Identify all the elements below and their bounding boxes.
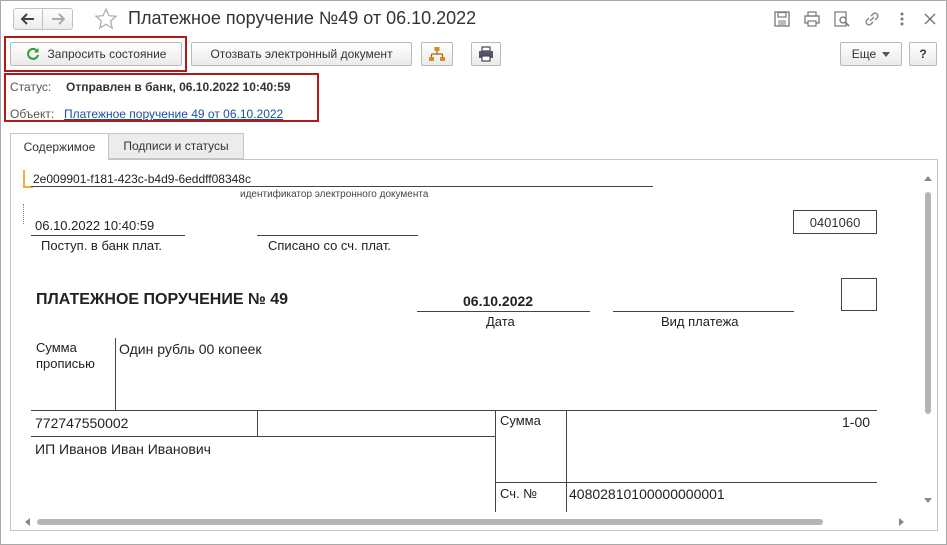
object-link[interactable]: Платежное поручение 49 от 06.10.2022 [64,107,283,121]
debited-line [257,235,418,236]
title-bar: Платежное поручение №49 от 06.10.2022 [1,1,946,37]
payment-type-caption: Вид платежа [661,314,739,329]
tab-content[interactable]: Содержимое [10,133,109,160]
status-value: Отправлен в банк, 06.10.2022 10:40:59 [66,80,291,94]
object-label: Объект: [10,107,55,121]
payer-right-divider [495,410,496,512]
tab-signatures-label: Подписи и статусы [123,139,229,153]
date-caption: Дата [486,314,515,329]
request-status-label: Запросить состояние [47,47,167,61]
amount-words-label: Сумма [36,340,77,355]
forward-button[interactable] [43,8,73,30]
print-button[interactable] [471,42,501,66]
save-icon[interactable] [773,10,791,28]
payer-top-line [31,410,877,411]
vertical-scroll-thumb[interactable] [925,192,931,414]
form-heading: ПЛАТЕЖНОЕ ПОРУЧЕНИЕ № 49 [36,291,289,308]
back-button[interactable] [13,8,43,30]
scroll-up-icon[interactable] [924,176,932,181]
horizontal-scrollbar[interactable] [11,512,916,530]
form-code-box: 0401060 [793,210,877,234]
more-vertical-icon[interactable] [893,10,911,28]
doc-id: 2e009901-f181-423c-b4d9-6eddff08348c [33,172,251,186]
refresh-icon [26,47,39,60]
doc-id-caption: идентификатор электронного документа [240,189,429,200]
payer-name: ИП Иванов Иван Иванович [35,441,211,457]
vertical-scrollbar[interactable] [919,160,937,512]
amount-divider [566,410,567,512]
recall-document-label: Отозвать электронный документ [210,47,393,61]
help-button[interactable]: ? [909,42,937,66]
payment-order-window: Платежное поручение №49 от 06.10.2022 За… [0,0,947,545]
form-margin-mark [23,204,24,224]
printer-icon [479,46,493,62]
status-label: Статус: [10,80,52,94]
chevron-down-icon [882,51,891,57]
debited-caption: Списано со сч. плат. [268,238,391,253]
payer-inn: 772747550002 [35,415,129,431]
received-line [31,235,185,236]
print-icon[interactable] [803,10,821,28]
amount-label: Сумма [500,413,541,428]
hierarchy-icon [429,47,445,61]
help-label: ? [919,47,927,61]
scroll-right-icon[interactable] [899,518,904,526]
received-caption: Поступ. в банк плат. [41,238,163,253]
arrow-right-icon [51,13,65,25]
amount-words-divider [115,338,116,410]
amount-words-label-2: прописью [36,356,95,371]
received-date: 06.10.2022 10:40:59 [35,218,155,233]
recall-document-button[interactable]: Отозвать электронный документ [191,42,412,66]
form-code: 0401060 [809,214,861,230]
horizontal-scroll-thumb[interactable] [37,519,823,525]
favorite-star-icon[interactable] [94,7,118,31]
scroll-down-icon[interactable] [924,498,932,503]
document-viewer: 2e009901-f181-423c-b4d9-6eddff08348c иде… [10,159,938,531]
close-icon[interactable] [921,10,939,28]
tab-signatures[interactable]: Подписи и статусы [108,133,244,159]
tab-content-label: Содержимое [23,140,96,154]
arrow-left-icon [21,13,34,25]
inn-kpp-divider [257,410,258,436]
date-line [417,311,590,312]
inn-line [31,436,495,437]
payment-order-form: 2e009901-f181-423c-b4d9-6eddff08348c иде… [11,160,916,512]
account-top-line [495,482,877,483]
payment-type-line [613,311,794,312]
more-label: Еще [851,47,877,61]
structure-button[interactable] [421,42,453,66]
window-title: Платежное поручение №49 от 06.10.2022 [128,8,477,28]
amount-value: 1-00 [842,414,871,430]
account-value: 40802810100000000001 [569,486,725,502]
request-status-button[interactable]: Запросить состояние [10,42,182,66]
order-date: 06.10.2022 [463,293,534,309]
payment-code-box [841,278,877,311]
preview-icon[interactable] [833,10,851,28]
amount-words: Один рубль 00 копеек [119,341,262,357]
doc-id-line [31,186,653,187]
more-button[interactable]: Еще [840,42,902,66]
link-icon[interactable] [863,10,881,28]
account-label: Сч. № [500,486,538,501]
scroll-left-icon[interactable] [25,518,30,526]
